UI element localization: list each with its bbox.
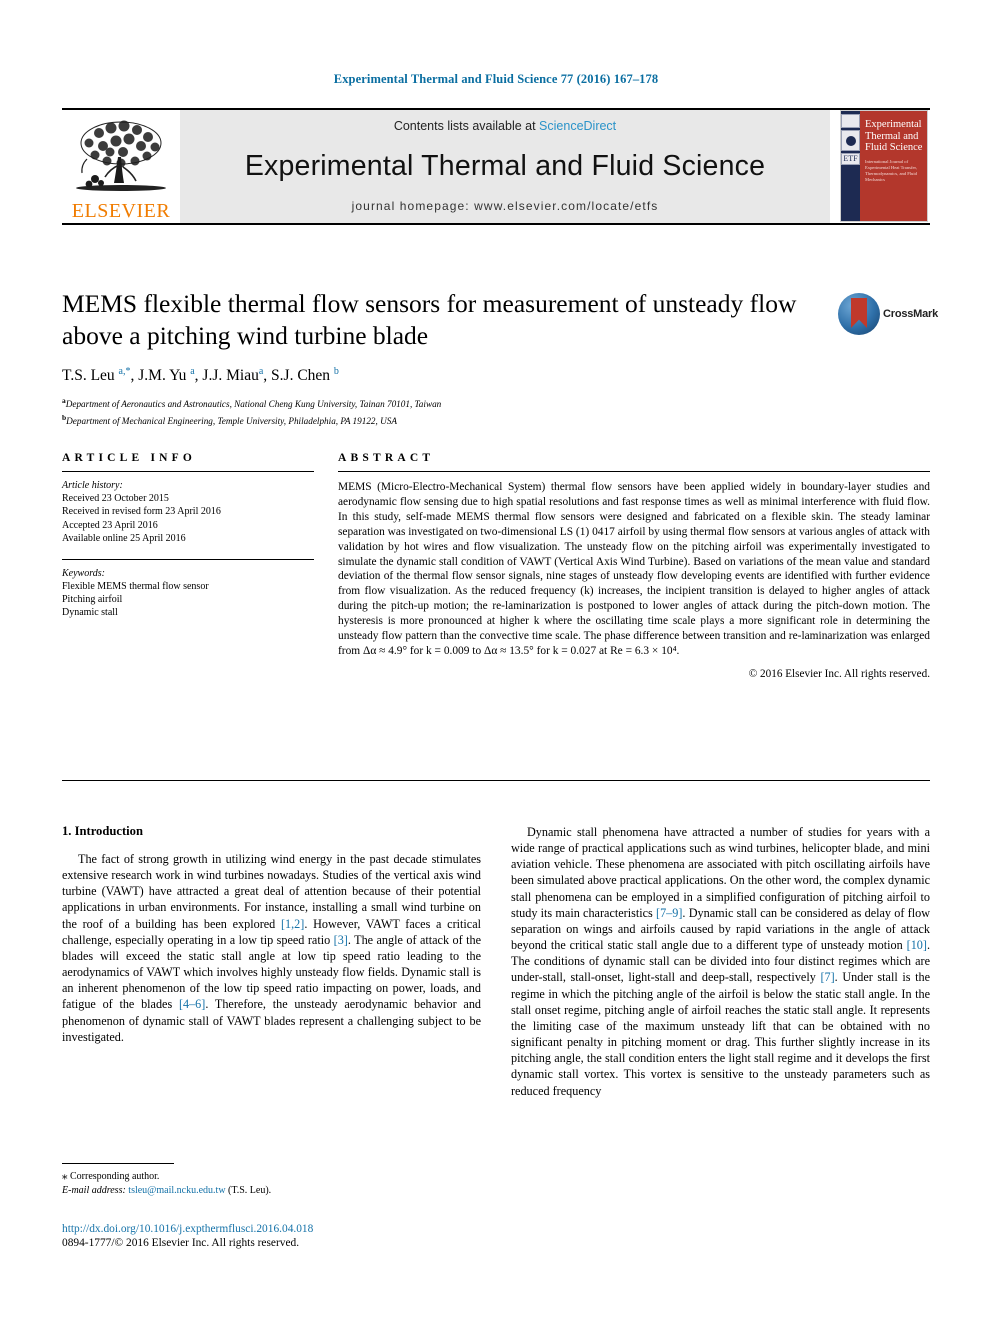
cover-front: Experimental Thermal and Fluid Science I…: [860, 111, 927, 221]
footer-block: http://dx.doi.org/10.1016/j.expthermflus…: [62, 1222, 562, 1250]
citation-link[interactable]: [4–6]: [179, 997, 205, 1011]
paper-page: Experimental Thermal and Fluid Science 7…: [0, 0, 992, 1323]
citation-link[interactable]: [3]: [334, 933, 348, 947]
cover-chip-circle: [841, 130, 860, 151]
article-info-heading: ARTICLE INFO: [62, 452, 197, 464]
paragraph-intro-left: The fact of strong growth in utilizing w…: [62, 852, 482, 1044]
keyword-item: Flexible MEMS thermal flow sensor: [62, 580, 209, 592]
abstract-text: MEMS (Micro-Electro-Mechanical System) t…: [338, 481, 930, 657]
email-label: E-mail address:: [62, 1185, 126, 1196]
affiliation-a: aDepartment of Aeronautics and Astronaut…: [62, 396, 442, 410]
cover-sidebar: ETF: [841, 111, 860, 221]
author-list: T.S. Leu a,*, J.M. Yu a, J.J. Miaua, S.J…: [62, 366, 339, 385]
history-item: Accepted 23 April 2016: [62, 519, 158, 531]
history-item: Received 23 October 2015: [62, 493, 169, 504]
crossmark-label: CrossMark: [883, 308, 939, 320]
keywords-label: Keywords:: [62, 567, 105, 579]
body-column-left: 1. Introduction The fact of strong growt…: [62, 824, 481, 1109]
email-link[interactable]: tsleu@mail.ncku.edu.tw: [128, 1185, 225, 1196]
keyword-item: Pitching airfoil: [62, 594, 123, 606]
corresponding-author-note: ⁎ Corresponding author.: [62, 1170, 160, 1182]
history-item: Available online 25 April 2016: [62, 533, 186, 545]
banner-center: Contents lists available at ScienceDirec…: [180, 110, 830, 223]
cover-title: Experimental Thermal and Fluid Science: [865, 119, 923, 153]
footnote-block: ⁎ Corresponding author. E-mail address: …: [62, 1163, 481, 1198]
abstract-heading: ABSTRACT: [338, 452, 435, 464]
article-history-label: Article history:: [62, 480, 123, 491]
article-history-block: Article history: Received 23 October 201…: [62, 471, 314, 546]
citation-link[interactable]: [10]: [907, 938, 927, 952]
body-columns: 1. Introduction The fact of strong growt…: [62, 824, 930, 1109]
info-abstract-section: ARTICLE INFO Article history: Received 2…: [62, 452, 930, 680]
issn-copyright: 0894-1777/© 2016 Elsevier Inc. All right…: [62, 1237, 300, 1249]
banner-bottom-rule: [62, 223, 930, 225]
citation-link[interactable]: [1,2]: [281, 917, 304, 931]
paragraph-intro-right: Dynamic stall phenomena have attracted a…: [511, 825, 930, 1098]
citation-link[interactable]: [7]: [820, 970, 834, 984]
abstract-column: ABSTRACT MEMS (Micro-Electro-Mechanical …: [338, 452, 930, 680]
history-item: Received in revised form 23 April 2016: [62, 506, 221, 518]
citation-link[interactable]: [7–9]: [656, 906, 682, 920]
sciencedirect-link[interactable]: ScienceDirect: [539, 119, 616, 133]
journal-cover-thumbnail: ETF Experimental Thermal and Fluid Scien…: [838, 110, 930, 223]
cover-subtitle: International Journal of Experimental He…: [865, 158, 917, 182]
journal-title: Experimental Thermal and Fluid Science: [244, 149, 766, 182]
page-title: MEMS flexible thermal flow sensors for m…: [62, 289, 797, 350]
cover-chip-top: [841, 114, 860, 128]
keyword-item: Dynamic stall: [62, 607, 118, 619]
keywords-list: Flexible MEMS thermal flow sensor Pitchi…: [62, 580, 314, 620]
journal-banner: ELSEVIER Contents lists available at Sci…: [62, 108, 930, 225]
abstract-bottom-rule: [62, 780, 930, 781]
title-block: MEMS flexible thermal flow sensors for m…: [62, 288, 938, 428]
email-owner: (T.S. Leu).: [228, 1185, 272, 1196]
abstract-copyright: © 2016 Elsevier Inc. All rights reserved…: [748, 667, 930, 680]
cover-etf-logo: ETF: [841, 153, 860, 165]
email-note: E-mail address: tsleu@mail.ncku.edu.tw (…: [62, 1184, 481, 1198]
journal-homepage-link[interactable]: journal homepage: www.elsevier.com/locat…: [352, 199, 659, 213]
section-heading-introduction: 1. Introduction: [62, 824, 143, 838]
crossmark-icon: [838, 293, 880, 335]
keywords-block: Keywords: Flexible MEMS thermal flow sen…: [62, 558, 314, 620]
body-column-right: Dynamic stall phenomena have attracted a…: [511, 824, 930, 1109]
footnote-rule: [62, 1163, 174, 1164]
crossmark-badge[interactable]: CrossMark: [838, 288, 938, 340]
elsevier-wordmark: ELSEVIER: [71, 200, 171, 222]
contents-prefix: Contents lists available at: [393, 119, 540, 133]
doi-link[interactable]: http://dx.doi.org/10.1016/j.expthermflus…: [62, 1222, 562, 1236]
article-info-column: ARTICLE INFO Article history: Received 2…: [62, 452, 314, 680]
elsevier-logo: ELSEVIER: [62, 110, 180, 223]
affiliation-list: aDepartment of Aeronautics and Astronaut…: [62, 394, 930, 428]
elsevier-tree-icon: [69, 117, 173, 201]
running-head: Experimental Thermal and Fluid Science 7…: [333, 72, 659, 86]
contents-line: Contents lists available at ScienceDirec…: [394, 119, 616, 133]
affiliation-b: bDepartment of Mechanical Engineering, T…: [62, 413, 397, 427]
asterisk-icon: ⁎: [62, 1170, 68, 1182]
article-history-list: Received 23 October 2015 Received in rev…: [62, 492, 314, 546]
